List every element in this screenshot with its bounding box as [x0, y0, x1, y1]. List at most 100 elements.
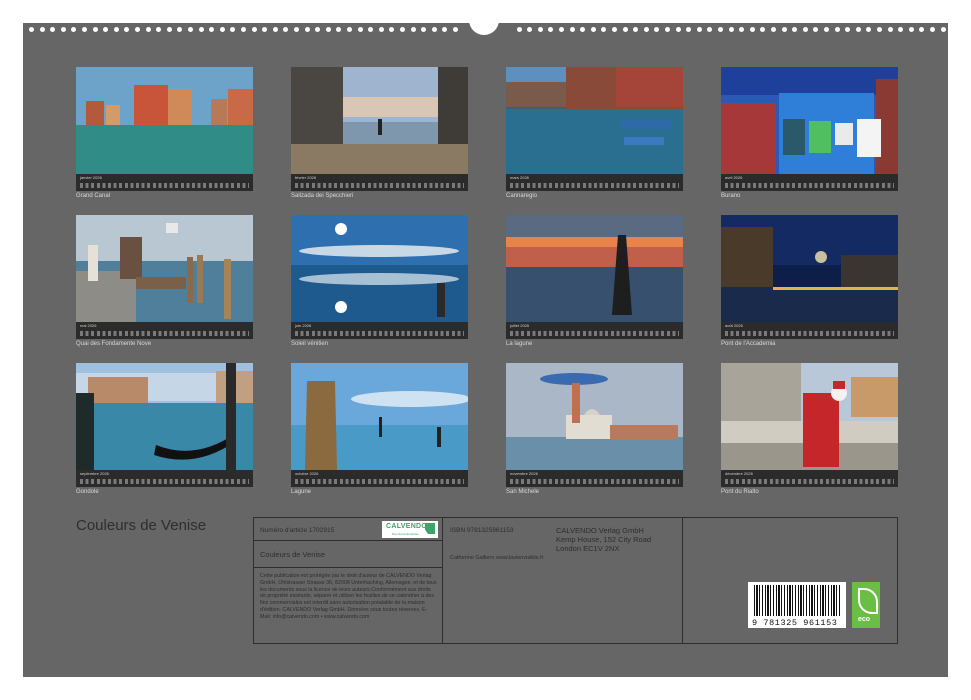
binding-hole [442, 27, 448, 32]
binding-hole [294, 27, 299, 32]
binding-hole [802, 27, 808, 32]
binding-hole [548, 27, 554, 32]
month-may: mai 2026 Quai des Fondamente Nove [76, 215, 253, 347]
binding-hole [283, 27, 289, 32]
binding-hole [665, 27, 670, 32]
binding-hole [612, 27, 617, 32]
calendar-month-label: août 2026 [725, 323, 743, 328]
calendar-days-row [725, 479, 894, 484]
month-november: novembre 2026 San Michele [506, 363, 683, 495]
calendar-month-label: avril 2026 [725, 175, 743, 180]
binding-hole [29, 27, 34, 32]
calvendo-logo: CALVENDO Des Sammlerstücke [382, 521, 438, 538]
month-october: octobre 2026 Lagune [291, 363, 468, 495]
calendar-days-row [80, 479, 249, 484]
binding-hole [707, 27, 713, 32]
month-august: août 2026 Pont de l'Accademia [721, 215, 898, 347]
calendar-month-label: décembre 2026 [725, 471, 753, 476]
month-february: février 2026 Salizada dei Specchieri [291, 67, 468, 199]
binding-hole [378, 27, 384, 32]
binding-hole [113, 27, 119, 32]
binding-hole [82, 27, 87, 32]
binding-hole [92, 27, 98, 32]
binding-hole [654, 27, 660, 32]
binding-hole [834, 27, 840, 32]
binding-hole [580, 27, 586, 32]
binding-hole [781, 27, 787, 32]
binding-hole [410, 27, 416, 32]
photo-caption: Soleil vénitien [291, 341, 329, 347]
binding-hole [304, 27, 310, 32]
binding-hole [453, 27, 458, 32]
month-march: mars 2026 Cannaregio [506, 67, 683, 199]
photo-cannaregio [506, 67, 683, 174]
binding-hole [930, 27, 935, 32]
photo-caption: Cannaregio [506, 193, 538, 199]
isbn: ISBN 9781325961153 [450, 527, 514, 534]
binding-hole [262, 27, 268, 32]
binding-hole [760, 27, 766, 32]
binding-hole [633, 27, 639, 32]
calendar-days-row [295, 331, 464, 336]
binding-hole [601, 27, 607, 32]
binding-hole [230, 27, 236, 32]
binding-hole [813, 27, 819, 32]
binding-hole [219, 27, 225, 32]
publisher-address: CALVENDO Verlag GmbH Kemp House, 152 Cit… [556, 526, 652, 553]
month-december: décembre 2026 Pont du Rialto [721, 363, 898, 495]
calendar-days-row [295, 183, 464, 188]
product-title: Couleurs de Venise [260, 550, 326, 559]
binding-hole [749, 27, 755, 32]
month-june: juin 2026 Soleil vénitien [291, 215, 468, 347]
binding-hole [50, 27, 56, 32]
month-july: juillet 2026 La lagune [506, 215, 683, 347]
leaf-icon [858, 588, 878, 614]
binding-hole [718, 27, 723, 32]
calendar-month-label: mars 2026 [510, 175, 529, 180]
binding-hole [336, 27, 342, 32]
calendar-days-row [80, 183, 249, 188]
binding-hole [177, 27, 183, 32]
calendar-title: Couleurs de Venise [76, 517, 207, 534]
binding-hole [71, 27, 77, 32]
photo-lagune [291, 363, 468, 470]
binding-hole [908, 27, 914, 32]
calendar-month-label: février 2026 [295, 175, 317, 180]
binding-hole [251, 27, 257, 32]
photo-caption: Burano [721, 193, 741, 199]
calendar-days-row [510, 479, 679, 484]
legal-notice: Cette publication est protégée par le dr… [260, 573, 437, 620]
binding-hole [675, 27, 681, 32]
photo-caption: Pont du Rialto [721, 489, 759, 495]
calendar-days-row [510, 183, 679, 188]
isbn-barcode: 9 781325 961153 [748, 582, 846, 628]
binding-hole [241, 27, 246, 32]
binding-hole [537, 27, 543, 32]
binding-hole [368, 27, 374, 32]
binding-hole [686, 27, 692, 32]
binding-hole [877, 27, 882, 32]
photo-grand-canal [76, 67, 253, 174]
binding-hole [325, 27, 331, 32]
article-number: Numéro d'article 1702915 [260, 527, 335, 534]
photo-salizada [291, 67, 468, 174]
binding-hole [728, 27, 734, 32]
binding-hole [389, 27, 395, 32]
binding-hole [622, 27, 628, 32]
binding-hole [357, 27, 363, 32]
calendar-month-label: juin 2026 [295, 323, 312, 328]
binding-hole [103, 27, 109, 32]
photo-caption: Salizada dei Specchieri [291, 193, 354, 199]
binding-hole [347, 27, 352, 32]
photo-caption: San Michele [506, 489, 540, 495]
binding-hole [559, 27, 564, 32]
photo-caption: Grand Canal [76, 193, 111, 199]
binding-hole [209, 27, 215, 32]
calendar-days-row [510, 331, 679, 336]
binding-hole [771, 27, 776, 32]
photo-burano [721, 67, 898, 174]
calvendo-mark-icon [425, 523, 435, 534]
binding-hole [156, 27, 162, 32]
calendar-month-label: janvier 2026 [80, 175, 102, 180]
binding-hole [919, 27, 925, 32]
